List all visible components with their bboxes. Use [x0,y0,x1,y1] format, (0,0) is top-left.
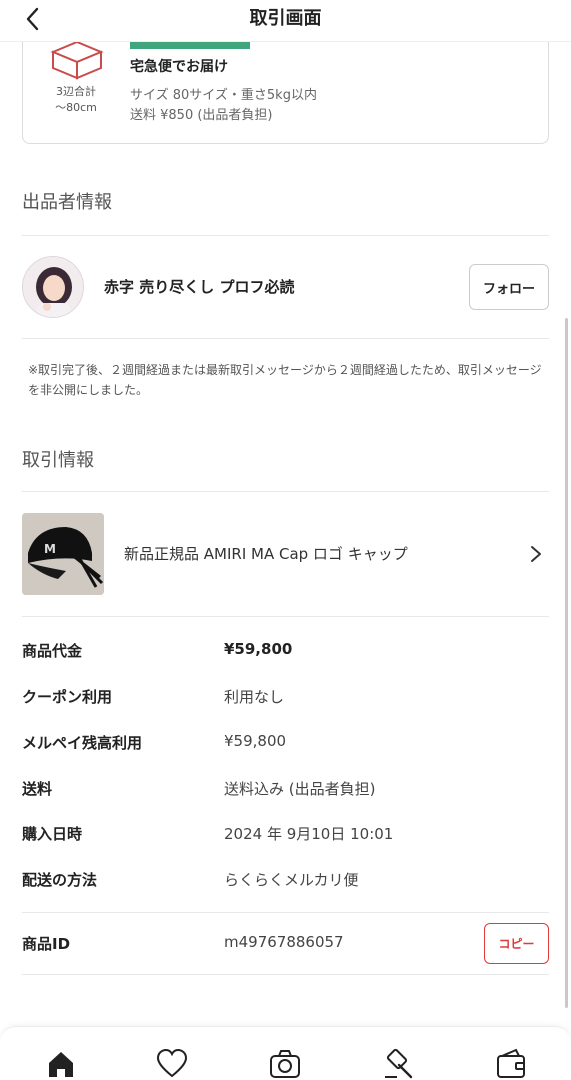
seller-name[interactable]: 赤字 売り尽くし プロフ必読 [104,276,294,297]
product-thumbnail[interactable]: M [22,513,104,595]
wallet-icon[interactable] [494,1047,528,1080]
seller-avatar[interactable] [22,256,84,318]
delivery-method-label: 配送の方法 [22,871,98,889]
divider [22,491,549,492]
divider [22,974,549,975]
coupon-label: クーポン利用 [22,688,113,706]
package-box-icon [50,40,104,80]
avatar-image [23,257,83,317]
heart-icon[interactable] [155,1047,189,1080]
svg-text:M: M [44,542,56,556]
message-hidden-notice: ※取引完了後、２週間経過または最新取引メッセージから２週間経過したため、取引メッ… [28,363,542,397]
product-id-label: 商品ID [22,935,71,953]
seller-section-title: 出品者情報 [22,192,112,213]
chevron-right-icon[interactable] [528,544,544,564]
bottom-tab-bar [0,1026,571,1080]
product-id-value: m49767886057 [224,933,344,951]
shipping-badge [130,42,250,49]
shipping-size: サイズ 80サイズ・重さ5kg以内 [130,88,317,103]
shipping-fee: 送料 ¥850 (出品者負担) [130,108,273,123]
copy-button[interactable]: コピー [484,923,549,964]
price-label: 商品代金 [22,642,83,660]
product-name-link[interactable]: 新品正規品 AMIRI MA Cap ロゴ キャップ [124,543,408,564]
divider [22,235,549,236]
shipping-method-card: 3辺合計 〜80cm 宅急便でお届け サイズ 80サイズ・重さ5kg以内 送料 ¥… [22,28,549,144]
divider [22,338,549,339]
divider [22,616,549,617]
divider [22,912,549,913]
merpay-label: メルペイ残高利用 [22,734,143,752]
shipping-fee-label: 送料 [22,780,53,798]
transaction-section-title: 取引情報 [22,450,94,471]
price-value: ¥59,800 [224,640,293,658]
page-title: 取引画面 [249,8,322,29]
shipping-name: 宅急便でお届け [130,59,228,75]
merpay-value: ¥59,800 [224,732,287,750]
dimension-label-text: 3辺合計 〜80cm [55,85,97,114]
dimension-label: 3辺合計 〜80cm [37,84,115,116]
shipping-fee-value: 送料込み (出品者負担) [224,780,376,798]
camera-icon[interactable] [268,1047,302,1080]
purchase-date-label: 購入日時 [22,825,83,843]
delivery-method-value: らくらくメルカリ便 [224,871,359,889]
purchase-date-value: 2024 年 9月10日 10:01 [224,825,394,843]
home-icon[interactable] [44,1047,78,1080]
coupon-value: 利用なし [224,688,285,706]
cap-image: M [22,513,104,595]
auction-hammer-icon[interactable] [381,1047,415,1080]
scrollbar[interactable] [565,318,568,1008]
app-header: 取引画面 [0,0,571,42]
follow-button[interactable]: フォロー [469,264,549,310]
